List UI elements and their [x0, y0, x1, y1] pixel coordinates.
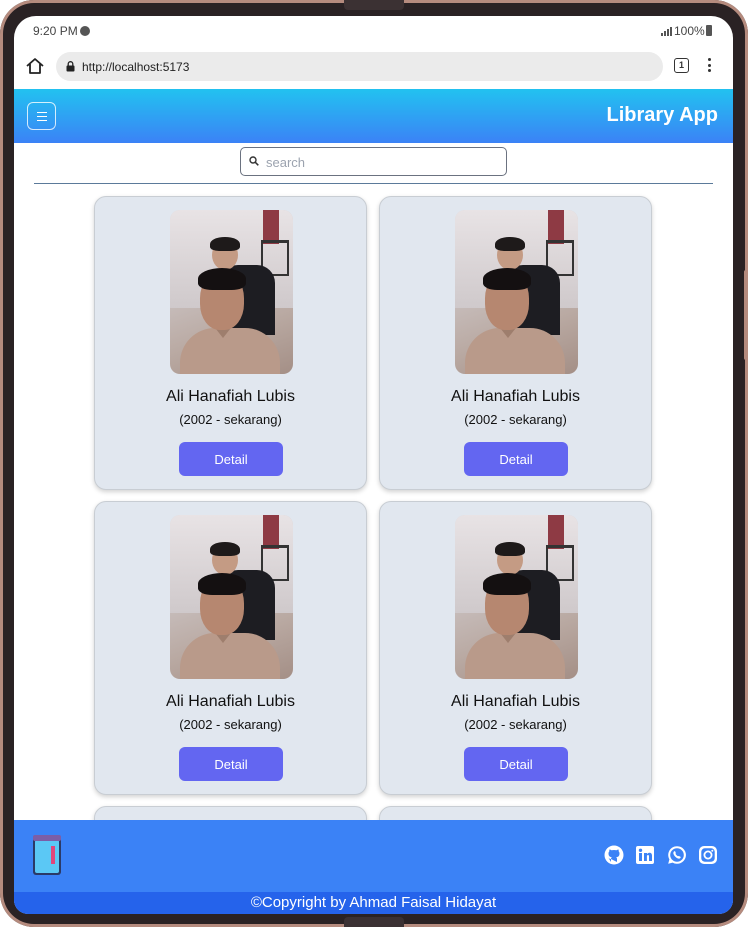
home-icon[interactable]	[25, 56, 45, 76]
detail-button[interactable]: Detail	[464, 747, 568, 781]
linkedin-icon[interactable]	[635, 845, 655, 865]
author-photo	[455, 210, 578, 374]
author-name: Ali Hanafiah Lubis	[166, 388, 295, 405]
spotify-icon	[80, 26, 90, 36]
author-years: (2002 - sekarang)	[464, 412, 567, 427]
signal-icon	[661, 27, 672, 36]
app-title: Library App	[606, 104, 719, 126]
author-name: Ali Hanafiah Lubis	[166, 693, 295, 710]
app-header: Library App	[14, 89, 733, 143]
url-text: http://localhost:5173	[82, 60, 190, 74]
search-box	[240, 147, 507, 176]
status-bar: 9:20 PM 100%	[14, 16, 733, 46]
hinge-top	[344, 0, 404, 10]
tab-switcher-button[interactable]: 1	[674, 58, 689, 73]
device-frame: 9:20 PM 100% http://localhost:5173 1 Lib…	[0, 0, 748, 927]
status-time: 9:20 PM	[33, 24, 78, 38]
browser-menu-icon[interactable]	[708, 58, 712, 74]
search-icon	[249, 156, 259, 166]
battery-percent: 100%	[674, 24, 705, 38]
author-years: (2002 - sekarang)	[464, 717, 567, 732]
author-name: Ali Hanafiah Lubis	[451, 693, 580, 710]
divider	[34, 183, 713, 184]
author-photo	[455, 515, 578, 679]
whatsapp-icon[interactable]	[667, 845, 687, 865]
github-icon[interactable]	[604, 845, 624, 865]
footer: ©Copyright by Ahmad Faisal Hidayat	[14, 820, 733, 914]
detail-button[interactable]: Detail	[179, 747, 283, 781]
social-links	[597, 845, 718, 865]
battery-icon	[706, 25, 712, 36]
screen: 9:20 PM 100% http://localhost:5173 1 Lib…	[14, 16, 733, 914]
author-years: (2002 - sekarang)	[179, 717, 282, 732]
address-bar[interactable]: http://localhost:5173	[56, 52, 663, 81]
author-name: Ali Hanafiah Lubis	[451, 388, 580, 405]
author-card: Ali Hanafiah Lubis (2002 - sekarang) Det…	[379, 196, 652, 490]
author-photo	[170, 515, 293, 679]
detail-button[interactable]: Detail	[464, 442, 568, 476]
author-card: Ali Hanafiah Lubis (2002 - sekarang) Det…	[94, 501, 367, 795]
author-years: (2002 - sekarang)	[179, 412, 282, 427]
book-logo-icon	[33, 835, 61, 875]
hinge-bottom	[344, 917, 404, 927]
hamburger-menu-button[interactable]	[27, 102, 56, 130]
instagram-icon[interactable]	[698, 845, 718, 865]
copyright-text: ©Copyright by Ahmad Faisal Hidayat	[14, 892, 733, 914]
detail-button[interactable]: Detail	[179, 442, 283, 476]
lock-icon	[66, 61, 75, 72]
browser-toolbar: http://localhost:5173 1	[14, 46, 733, 88]
author-card: Ali Hanafiah Lubis (2002 - sekarang) Det…	[379, 501, 652, 795]
side-button	[744, 270, 748, 360]
search-input[interactable]	[266, 152, 496, 172]
author-card: Ali Hanafiah Lubis (2002 - sekarang) Det…	[94, 196, 367, 490]
author-photo	[170, 210, 293, 374]
